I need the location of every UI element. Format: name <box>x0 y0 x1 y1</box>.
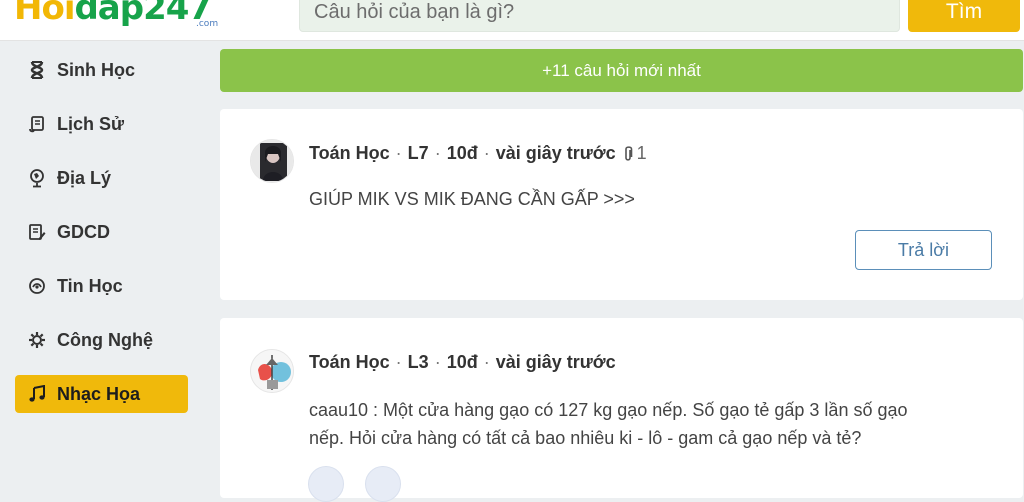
sidebar-item-nhac-hoa[interactable]: Nhạc Họa <box>15 375 188 413</box>
globe-icon <box>26 168 48 188</box>
sidebar-item-sinh-hoc[interactable]: Sinh Học <box>15 51 188 89</box>
time-label: vài giây trước <box>495 143 616 163</box>
search-button[interactable]: Tìm <box>908 0 1020 32</box>
sidebar-item-label: Địa Lý <box>57 167 112 188</box>
sidebar-item-label: Sinh Học <box>57 59 136 80</box>
answerer-avatar[interactable] <box>308 466 344 502</box>
attachment-count-value: 1 <box>636 143 647 163</box>
computer-icon <box>26 277 48 295</box>
reply-button[interactable]: Trả lời <box>855 230 992 270</box>
question-card: Toán Học · L3 · 10đ · vài giây trước caa… <box>220 318 1023 498</box>
logo-text-dap: dap247 <box>74 0 212 28</box>
scroll-icon <box>26 115 48 133</box>
dna-icon <box>26 61 48 79</box>
sidebar-item-gdcd[interactable]: GDCD <box>15 213 188 251</box>
sidebar-item-lich-su[interactable]: Lịch Sử <box>15 105 188 143</box>
sidebar-item-cong-nghe[interactable]: Công Nghệ <box>15 321 188 359</box>
points-label: 10đ <box>446 143 478 163</box>
logo-text-hoi: Hoi <box>14 0 75 28</box>
question-text[interactable]: caau10 : Một cửa hàng gạo có 127 kg gạo … <box>309 396 908 452</box>
question-text[interactable]: GIÚP MIK VS MIK ĐANG CẦN GẤP >>> <box>309 185 635 213</box>
time-label: vài giây trước <box>495 352 616 372</box>
sidebar-item-tin-hoc[interactable]: Tin Học <box>15 267 188 305</box>
sidebar-item-label: Tin Học <box>57 275 123 296</box>
separator-dot: · <box>483 143 490 163</box>
avatar[interactable] <box>250 349 294 393</box>
attachment-count: 1 <box>622 143 647 164</box>
music-note-icon <box>26 385 48 403</box>
separator-dot: · <box>395 352 402 372</box>
question-meta: Toán Học · L7 · 10đ · vài giây trước 1 <box>309 143 647 164</box>
subject-label[interactable]: Toán Học <box>309 143 390 164</box>
book-edit-icon <box>26 223 48 241</box>
question-text-line: nếp. Hỏi cửa hàng có tất cả bao nhiêu ki… <box>309 428 862 448</box>
search-box <box>299 0 900 32</box>
avatar[interactable] <box>250 139 294 183</box>
question-text-line: caau10 : Một cửa hàng gạo có 127 kg gạo … <box>309 400 908 420</box>
separator-dot: · <box>434 352 441 372</box>
grade-label: L3 <box>407 352 429 372</box>
sidebar-item-label: GDCD <box>57 221 110 242</box>
subject-label[interactable]: Toán Học <box>309 352 390 373</box>
site-logo[interactable]: Hoidap247 .com <box>14 0 218 29</box>
new-questions-banner[interactable]: +11 câu hỏi mới nhất <box>220 49 1023 92</box>
separator-dot: · <box>434 143 441 163</box>
sidebar-item-label: Lịch Sử <box>57 113 125 134</box>
paperclip-icon <box>624 145 632 161</box>
question-meta: Toán Học · L3 · 10đ · vài giây trước <box>309 352 616 373</box>
grade-label: L7 <box>407 143 429 163</box>
sidebar-item-dia-ly[interactable]: Địa Lý <box>15 159 188 197</box>
logo-suffix: .com <box>196 19 219 29</box>
separator-dot: · <box>483 352 490 372</box>
search-input[interactable] <box>300 0 899 31</box>
points-label: 10đ <box>446 352 478 372</box>
question-card: Toán Học · L7 · 10đ · vài giây trước 1 G… <box>220 109 1023 300</box>
top-header: Hoidap247 .com Tìm <box>0 0 1024 41</box>
sidebar-item-label: Nhạc Họa <box>57 383 141 404</box>
sidebar-item-label: Công Nghệ <box>57 329 153 350</box>
answerer-avatar[interactable] <box>365 466 401 502</box>
gear-icon <box>26 331 48 349</box>
separator-dot: · <box>395 143 402 163</box>
